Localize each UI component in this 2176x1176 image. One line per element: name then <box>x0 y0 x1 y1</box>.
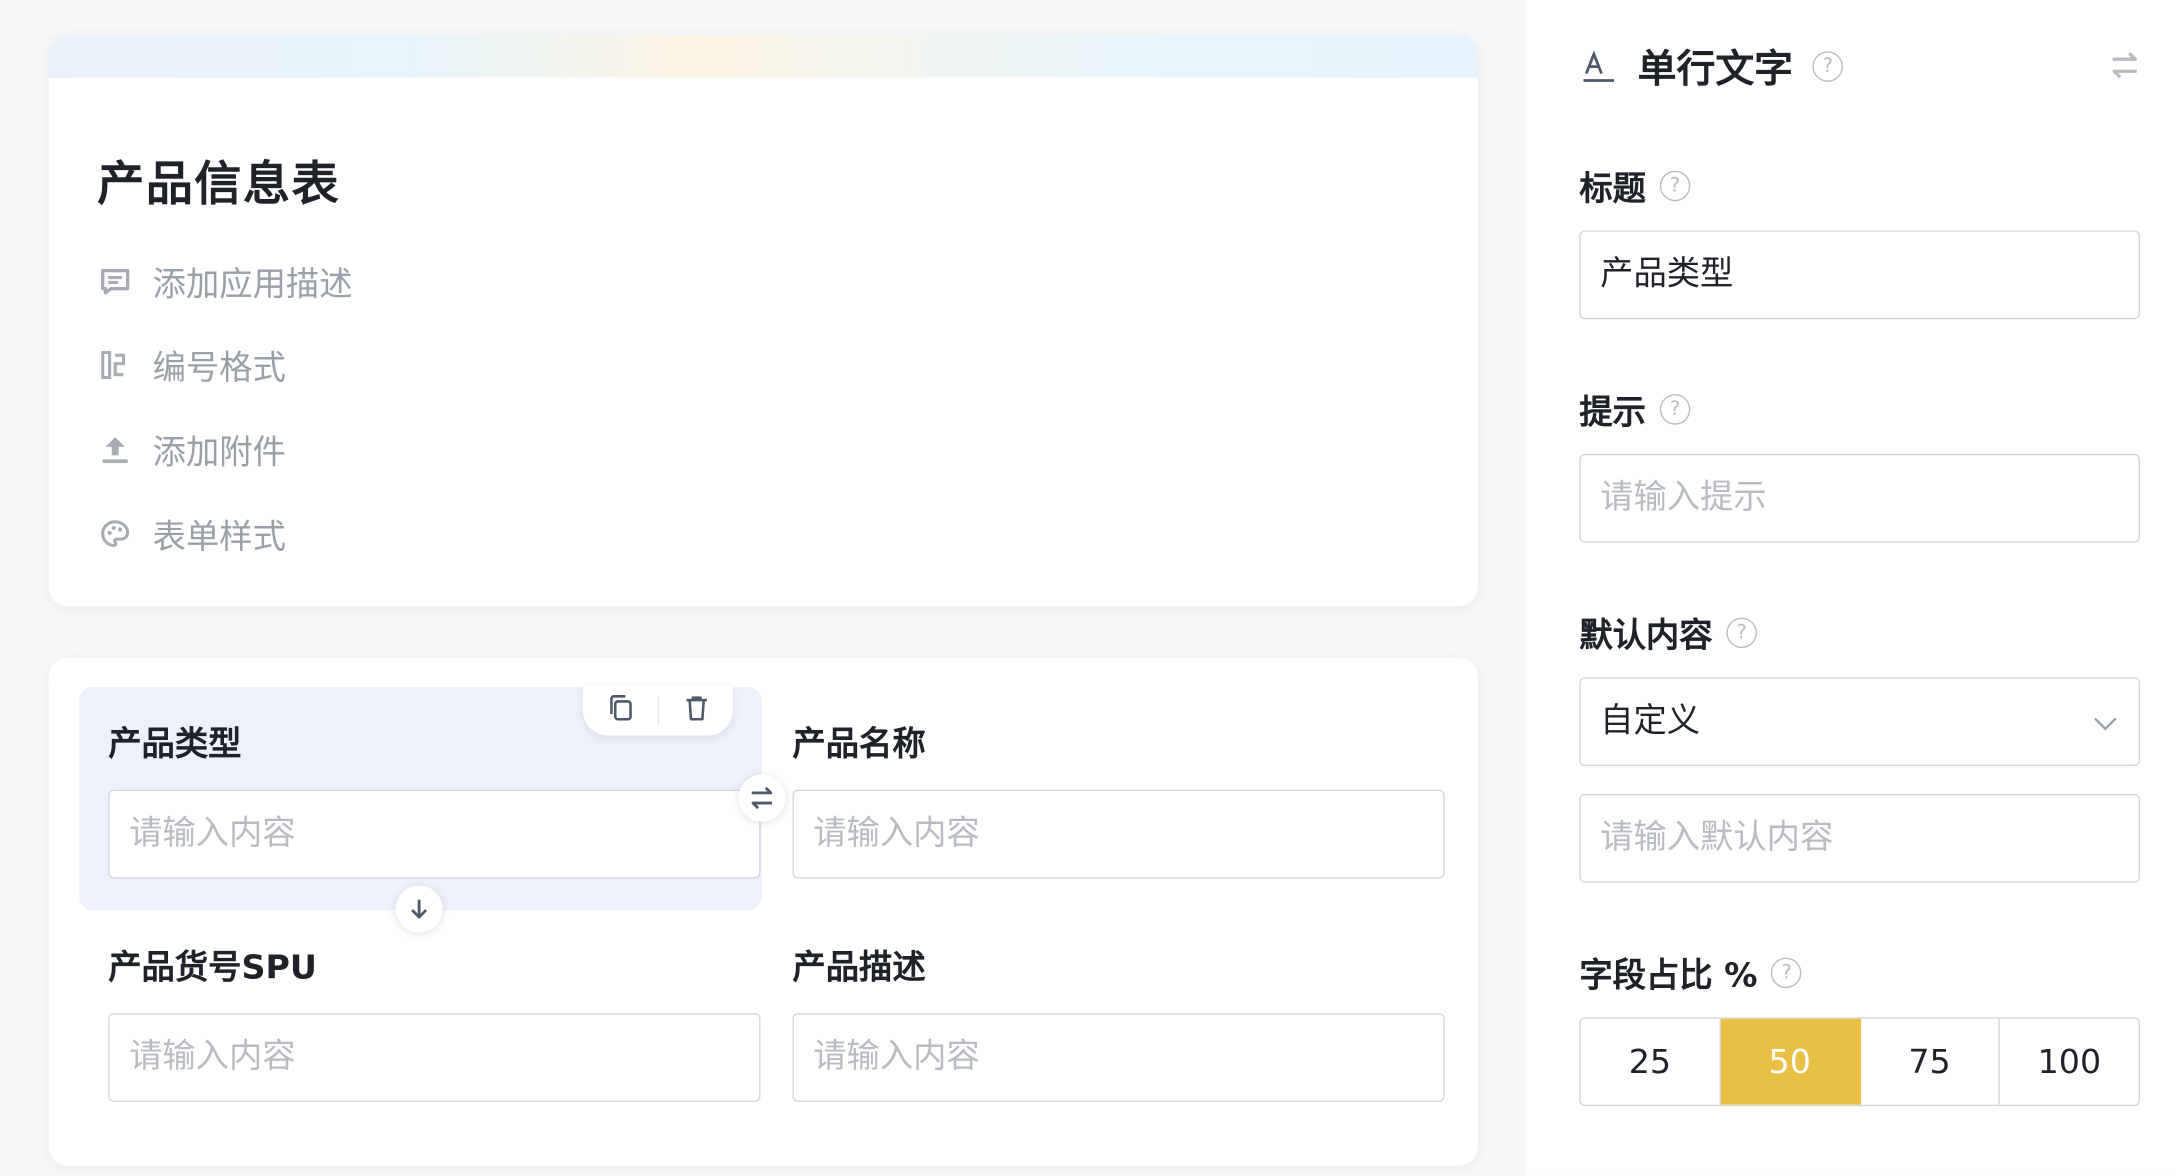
field-product-name[interactable]: 产品名称 请输入内容 <box>792 716 1445 879</box>
width-label-text: 字段占比 % <box>1579 956 1758 996</box>
arrow-down-icon <box>411 899 428 919</box>
width-segmented-control: 25 50 75 100 <box>1579 1017 2140 1107</box>
add-description-item[interactable]: 添加应用描述 <box>97 257 353 306</box>
title-input[interactable]: 产品类型 <box>1579 230 2140 320</box>
field-input[interactable]: 请输入内容 <box>108 1013 761 1102</box>
hint-input[interactable]: 请输入提示 <box>1579 453 2140 543</box>
field-input[interactable]: 请输入内容 <box>792 789 1445 879</box>
add-attachment-label: 添加附件 <box>152 432 286 472</box>
width-option-50[interactable]: 50 <box>1720 1018 1861 1105</box>
help-icon[interactable]: ? <box>1659 170 1691 201</box>
add-attachment-item[interactable]: 添加附件 <box>97 425 286 474</box>
field-label: 产品描述 <box>792 947 926 987</box>
numbering-format-label: 编号格式 <box>152 348 286 388</box>
swap-horizontal-button[interactable] <box>738 774 786 822</box>
swap-icon <box>751 786 773 810</box>
field-input[interactable]: 请输入内容 <box>792 1013 1445 1102</box>
switch-type-icon[interactable] <box>2107 47 2143 83</box>
field-input[interactable]: 请输入内容 <box>108 789 761 879</box>
text-type-icon <box>1583 50 1615 82</box>
comment-icon <box>97 263 133 299</box>
default-label-text: 默认内容 <box>1579 616 1713 656</box>
field-label: 产品名称 <box>792 724 926 764</box>
numbering-format-item[interactable]: 编号格式 <box>97 340 286 389</box>
field-type-title: 单行文字 <box>1637 45 1794 92</box>
default-select-value: 自定义 <box>1600 700 1701 740</box>
form-fields-card: 产品类型 请输入内容 产品名称 请输入内容 产品货号SPU 请输入内容 产品描述… <box>48 657 1479 1166</box>
add-description-label: 添加应用描述 <box>152 265 353 304</box>
field-product-spu[interactable]: 产品货号SPU 请输入内容 <box>108 940 761 1102</box>
header-gradient-band <box>48 34 1479 78</box>
help-icon[interactable]: ? <box>1659 393 1691 424</box>
panel-header: 单行文字 ? <box>1579 39 1844 95</box>
field-product-description[interactable]: 产品描述 请输入内容 <box>792 940 1445 1102</box>
chevron-down-icon <box>2094 717 2117 731</box>
form-style-item[interactable]: 表单样式 <box>97 509 286 558</box>
field-product-type[interactable]: 产品类型 请输入内容 <box>108 716 761 879</box>
form-header-card: 产品信息表 添加应用描述 编号格式 添加附件 表单样式 <box>48 34 1479 607</box>
width-option-75[interactable]: 75 <box>1860 1018 2001 1105</box>
width-option-100[interactable]: 100 <box>2000 1019 2138 1105</box>
numbering-icon <box>97 346 133 382</box>
default-content-input[interactable]: 请输入默认内容 <box>1579 793 2140 883</box>
upload-icon <box>97 431 133 467</box>
move-down-button[interactable] <box>395 885 443 933</box>
width-setting-label: 字段占比 % ? <box>1579 948 1802 997</box>
form-style-label: 表单样式 <box>152 517 286 557</box>
title-label-text: 标题 <box>1579 169 1646 209</box>
width-option-25[interactable]: 25 <box>1581 1018 1721 1105</box>
help-icon[interactable]: ? <box>1726 616 1757 648</box>
hint-label-text: 提示 <box>1579 392 1646 432</box>
form-title[interactable]: 产品信息表 <box>97 146 340 214</box>
help-icon[interactable]: ? <box>1771 956 1802 988</box>
field-label: 产品类型 <box>108 724 242 764</box>
form-canvas: 产品信息表 添加应用描述 编号格式 添加附件 表单样式 产品类型 请输入内容 产… <box>0 0 1527 1176</box>
field-label: 产品货号SPU <box>108 947 317 987</box>
palette-icon <box>97 516 133 552</box>
title-setting-label: 标题 ? <box>1579 161 1691 210</box>
default-type-select[interactable]: 自定义 <box>1579 677 2140 767</box>
default-setting-label: 默认内容 ? <box>1579 608 1757 657</box>
help-icon[interactable]: ? <box>1812 51 1844 82</box>
hint-setting-label: 提示 ? <box>1579 384 1691 433</box>
field-settings-panel: 单行文字 ? 标题 ? 产品类型 提示 ? 请输入提示 默认内容 ? 自定义 请… <box>1526 0 2176 1176</box>
